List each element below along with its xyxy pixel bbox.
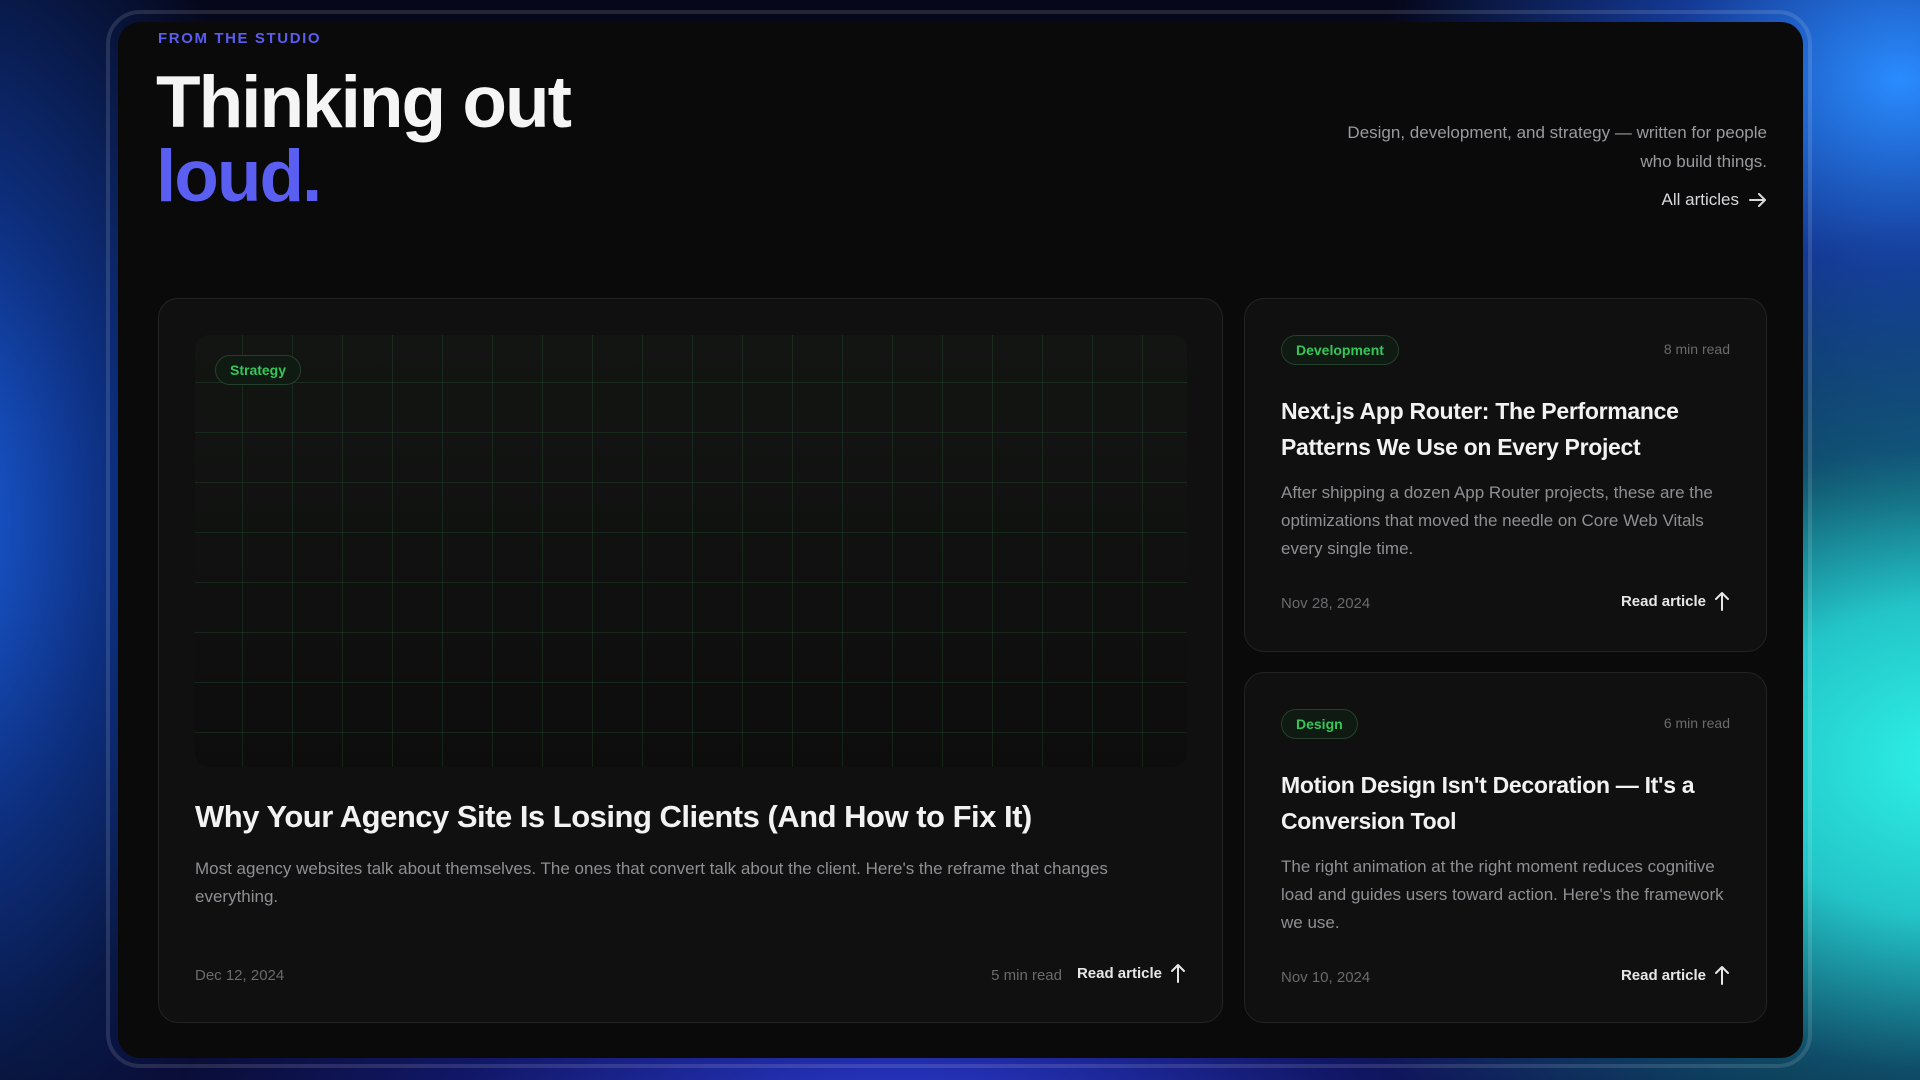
article-excerpt: After shipping a dozen App Router projec… [1281,483,1713,558]
page-title: Thinking out loud. [156,66,572,217]
arrow-right-icon [1749,193,1767,207]
article-card[interactable]: Development 8 min read Next.js App Route… [1244,298,1767,652]
read-article-link[interactable]: Read article [1621,591,1730,611]
arrow-up-icon [1170,963,1186,983]
all-articles-link[interactable]: All articles [1662,190,1767,210]
arrow-up-icon [1714,965,1730,985]
read-article-label: Read article [1076,964,1162,982]
read-time: 8 min read [1663,341,1730,357]
section-eyebrow: FROM THE STUDIO [158,30,322,47]
article-date: Nov 28, 2024 [1281,595,1371,612]
category-tag: Strategy [215,355,302,385]
article-title[interactable]: Next.js App Router: The Performance Patt… [1281,393,1741,465]
article-card[interactable]: Design 6 min read Motion Design Isn't De… [1244,672,1767,1023]
article-title[interactable]: Why Your Agency Site Is Losing Clients (… [195,799,1185,835]
article-date: Nov 10, 2024 [1281,969,1371,986]
blog-section: FROM THE STUDIO Thinking out loud. Desig… [118,22,1803,1058]
article-thumbnail: Strategy [195,335,1187,767]
all-articles-label: All articles [1661,190,1739,209]
article-date: Dec 12, 2024 [195,967,285,984]
read-article-label: Read article [1620,966,1706,984]
read-time: 6 min read [1663,715,1730,731]
read-article-link[interactable]: Read article [1077,963,1186,983]
read-article-link[interactable]: Read article [1621,965,1730,985]
section-intro: Design, development, and strategy — writ… [1347,123,1767,171]
article-excerpt: The right animation at the right moment … [1281,857,1724,932]
read-time: 5 min read [991,967,1062,984]
title-line-2: loud. [156,136,322,217]
read-article-label: Read article [1620,592,1706,610]
category-tag: Design [1281,709,1358,739]
category-tag: Development [1281,335,1399,365]
featured-article-card[interactable]: Strategy Why Your Agency Site Is Losing … [158,298,1223,1023]
arrow-up-icon [1714,591,1730,611]
title-line-1: Thinking out [156,62,572,143]
article-excerpt: Most agency websites talk about themselv… [195,859,1108,906]
article-title[interactable]: Motion Design Isn't Decoration — It's a … [1281,767,1741,839]
